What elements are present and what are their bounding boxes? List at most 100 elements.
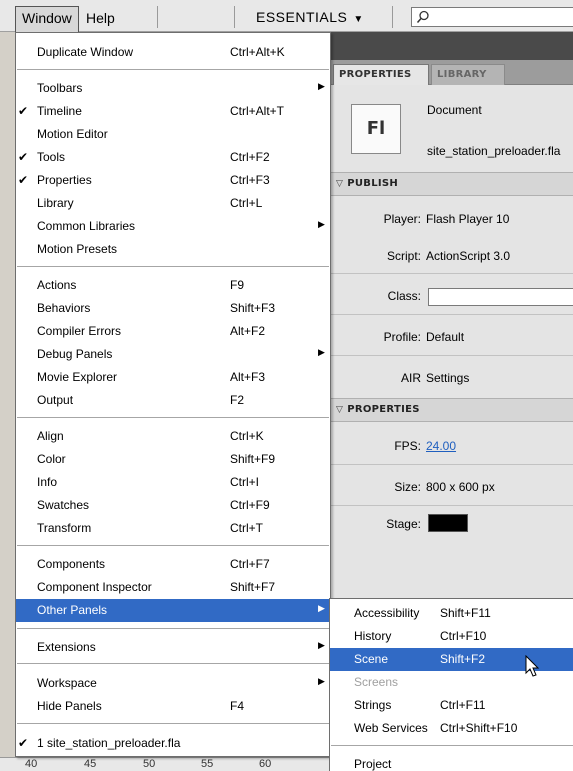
menu-item-label: Align: [37, 429, 64, 443]
ruler-label: 45: [84, 758, 97, 770]
submenu-item-shortcut: Ctrl+Shift+F10: [440, 721, 518, 735]
menu-item-motion-editor[interactable]: Motion Editor: [16, 123, 330, 146]
submenu-item-label: Strings: [354, 698, 392, 712]
submenu-arrow-icon: ▶: [318, 603, 325, 613]
menu-item-color[interactable]: Color Shift+F9: [16, 448, 330, 471]
menu-item-timeline[interactable]: ✔ Timeline Ctrl+Alt+T: [16, 100, 330, 123]
submenu-item-label: History: [354, 629, 392, 643]
menu-item-components[interactable]: Components Ctrl+F7: [16, 553, 330, 576]
submenu-item-history[interactable]: History Ctrl+F10: [330, 625, 573, 648]
workspace-label: ESSENTIALS: [256, 9, 348, 25]
menu-item-label: Output: [37, 393, 74, 407]
menu-item-shortcut: Ctrl+Alt+K: [230, 45, 285, 59]
workspace-switcher[interactable]: ESSENTIALS ▼: [256, 9, 364, 25]
menu-item-common-libraries[interactable]: Common Libraries ▶: [16, 215, 330, 238]
menu-item-hide-panels[interactable]: Hide Panels F4: [16, 695, 330, 718]
menu-item-label: Tools: [37, 150, 66, 164]
publish-header-label: PUBLISH: [347, 178, 399, 189]
submenu-item-web-services[interactable]: Web Services Ctrl+Shift+F10: [330, 717, 573, 740]
menu-item-label: Hide Panels: [37, 699, 102, 713]
menu-item-duplicate-window[interactable]: Duplicate Window Ctrl+Alt+K: [16, 41, 330, 64]
stage-color-swatch[interactable]: [428, 514, 468, 532]
menu-item-workspace[interactable]: Workspace ▶: [16, 672, 330, 695]
menu-item-1-site-station-preloader-fla[interactable]: ✔ 1 site_station_preloader.fla: [16, 732, 330, 755]
menu-item-label: Info: [37, 475, 58, 489]
menu-item-shortcut: Ctrl+F2: [230, 150, 270, 164]
air-settings-button[interactable]: Settings: [426, 371, 469, 385]
menu-item-align[interactable]: Align Ctrl+K: [16, 425, 330, 448]
menu-item-extensions[interactable]: Extensions ▶: [16, 636, 330, 659]
menu-item-actions[interactable]: Actions F9: [16, 274, 330, 297]
menu-separator: [17, 545, 329, 546]
submenu-item-project[interactable]: Project: [330, 753, 573, 771]
submenu-item-accessibility[interactable]: Accessibility Shift+F11: [330, 602, 573, 625]
class-input[interactable]: [428, 288, 573, 306]
stage-label: Stage:: [386, 517, 421, 531]
submenu-item-shortcut: Ctrl+F11: [440, 698, 486, 712]
air-row: AIR Settings: [330, 371, 573, 395]
menu-item-shortcut: F9: [230, 278, 245, 292]
menu-item-shortcut: Ctrl+F9: [230, 498, 270, 512]
submenu-item-label: Screens: [354, 675, 399, 689]
submenu-arrow-icon: ▶: [318, 347, 325, 357]
menu-item-tools[interactable]: ✔ Tools Ctrl+F2: [16, 146, 330, 169]
menu-item-output[interactable]: Output F2: [16, 389, 330, 412]
menu-item-shortcut: Shift+F3: [230, 301, 276, 315]
menu-window[interactable]: Window: [15, 6, 79, 32]
submenu-item-shortcut: Shift+F2: [440, 652, 486, 666]
menu-item-motion-presets[interactable]: Motion Presets: [16, 238, 330, 261]
menu-item-label: Behaviors: [37, 301, 91, 315]
menu-item-info[interactable]: Info Ctrl+I: [16, 471, 330, 494]
publish-section-header[interactable]: ▽ PUBLISH: [330, 172, 573, 196]
menu-separator: [17, 723, 329, 724]
menu-item-movie-explorer[interactable]: Movie Explorer Alt+F3: [16, 366, 330, 389]
tab-properties[interactable]: PROPERTIES: [333, 64, 429, 85]
row-divider: [330, 273, 573, 274]
menu-help[interactable]: Help: [86, 10, 115, 26]
search-icon: [416, 10, 429, 23]
mouse-cursor-icon: [525, 655, 540, 677]
menu-item-label: Component Inspector: [37, 580, 152, 594]
script-label: Script:: [386, 249, 421, 263]
fps-row: FPS: 24.00: [330, 439, 573, 463]
properties-section-header[interactable]: ▽ PROPERTIES: [330, 398, 573, 422]
document-name: site_station_preloader.fla: [427, 144, 561, 158]
menu-item-library[interactable]: Library Ctrl+L: [16, 192, 330, 215]
checkmark-icon: ✔: [18, 104, 29, 118]
row-divider: [330, 464, 573, 465]
menu-item-label: Swatches: [37, 498, 90, 512]
flash-document-icon: Fl: [351, 104, 401, 154]
submenu-item-strings[interactable]: Strings Ctrl+F11: [330, 694, 573, 717]
menu-item-shortcut: F2: [230, 393, 245, 407]
menu-item-toolbars[interactable]: Toolbars ▶: [16, 77, 330, 100]
help-search-input[interactable]: [411, 7, 573, 27]
air-label: AIR: [400, 371, 421, 385]
menu-item-component-inspector[interactable]: Component Inspector Shift+F7: [16, 576, 330, 599]
menu-item-transform[interactable]: Transform Ctrl+T: [16, 517, 330, 540]
menu-item-behaviors[interactable]: Behaviors Shift+F3: [16, 297, 330, 320]
menu-item-debug-panels[interactable]: Debug Panels ▶: [16, 343, 330, 366]
menu-item-other-panels[interactable]: Other Panels ▶: [16, 599, 330, 622]
ruler-label: 60: [259, 758, 272, 770]
fps-value[interactable]: 24.00: [426, 439, 456, 453]
tab-library[interactable]: LIBRARY: [431, 64, 505, 85]
menu-item-label: Debug Panels: [37, 347, 113, 361]
menu-item-properties[interactable]: ✔ Properties Ctrl+F3: [16, 169, 330, 192]
ruler-label: 50: [143, 758, 156, 770]
menu-item-swatches[interactable]: Swatches Ctrl+F9: [16, 494, 330, 517]
menu-separator: [17, 628, 329, 629]
script-row: Script: ActionScript 3.0: [330, 249, 573, 273]
profile-row: Profile: Default: [330, 330, 573, 354]
profile-label: Profile:: [383, 330, 421, 344]
panel-tabbar: PROPERTIES LIBRARY: [330, 60, 573, 85]
menu-item-label: Library: [37, 196, 74, 210]
menu-item-compiler-errors[interactable]: Compiler Errors Alt+F2: [16, 320, 330, 343]
profile-value: Default: [426, 330, 465, 344]
class-label: Class:: [387, 289, 421, 303]
submenu-item-label: Scene: [354, 652, 389, 666]
fps-label: FPS:: [394, 439, 421, 453]
menu-item-label: 1 site_station_preloader.fla: [37, 736, 181, 750]
menu-item-label: Motion Editor: [37, 127, 108, 141]
submenu-item-label: Project: [354, 757, 392, 771]
document-type-label: Document: [427, 103, 482, 117]
